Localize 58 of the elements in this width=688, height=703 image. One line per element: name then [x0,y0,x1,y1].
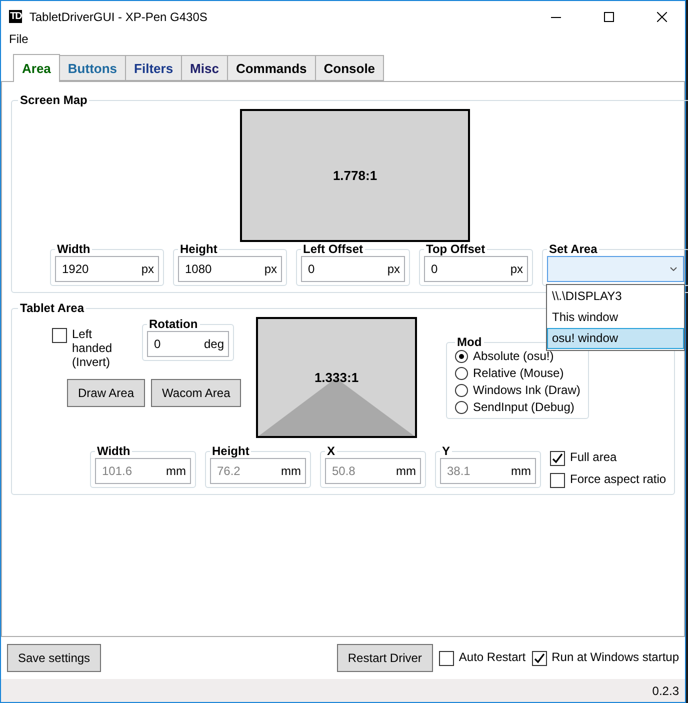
field-label: Width [56,242,92,256]
dropdown-option[interactable]: osu! window [547,328,684,349]
number-field[interactable]: 0 deg [147,331,229,357]
checkbox[interactable] [52,328,67,343]
chevron-icon [670,267,677,271]
radio-label: Windows Ink (Draw) [473,383,580,397]
number-field[interactable]: 1080 px [178,256,282,282]
field-label: Y [441,444,452,458]
maximize-icon [604,12,614,22]
field-label: Rotation [148,317,199,331]
dropdown-option[interactable]: This window [547,307,684,328]
field-label: X [326,444,336,458]
field-label: Left Offset [302,242,364,256]
number-field[interactable]: 0 px [301,256,405,282]
radio-button[interactable] [455,366,468,380]
radio-button[interactable] [455,384,468,396]
close-icon [657,12,667,22]
group-title: Mod [456,335,483,349]
aspect-ratio: 1.778:1 [332,168,378,183]
tab[interactable]: Misc [181,55,228,81]
version-label: 0.2.3 [652,684,679,698]
left-handed-label: Left handed (Invert) [72,327,114,369]
field-label: Width [96,444,132,458]
dropdown-option[interactable]: \\.\DISPLAY3 [547,286,684,307]
save-settings-button[interactable]: Save settings [7,644,102,672]
radio-label: Absolute (osu!) [473,349,554,363]
field-label: Top Offset [425,242,486,256]
option-label: Force aspect ratio [570,472,666,486]
action-button[interactable]: Draw Area [67,379,146,407]
app-icon: TD [9,10,22,23]
tab[interactable]: Buttons [58,55,126,81]
checkbox[interactable] [550,473,565,488]
number-field[interactable]: 0 px [424,256,528,282]
tab[interactable]: Filters [125,55,182,81]
tab[interactable]: Console [314,55,384,81]
group-title: Screen Map [19,93,88,107]
tab[interactable]: Area [13,54,60,82]
radio-button[interactable] [455,400,468,414]
field-label: Height [211,444,250,458]
restart-driver-button[interactable]: Restart Driver [336,644,433,672]
tab[interactable]: Commands [226,55,316,81]
option-label: Full area [570,450,617,464]
checkbox[interactable] [550,451,565,466]
field-label: Height [179,242,218,256]
window-title: TabletDriverGUI - XP-Pen G430S [29,10,208,24]
group-title: Tablet Area [19,301,86,315]
aspect-ratio: 1.333:1 [314,370,359,385]
radio-label: SendInput (Debug) [473,400,574,414]
option-label: Run at Windows startup [552,650,679,664]
radio-label: Relative (Mouse) [473,366,564,380]
number-field[interactable]: 1920 px [55,256,159,282]
checkbox[interactable] [532,651,547,666]
radio-button[interactable] [455,350,468,362]
menu-item[interactable]: File [9,32,28,50]
field-label: Set Area [548,242,598,256]
checkbox[interactable] [438,651,454,666]
action-button[interactable]: Wacom Area [151,379,242,407]
option-label: Auto Restart [458,650,526,664]
